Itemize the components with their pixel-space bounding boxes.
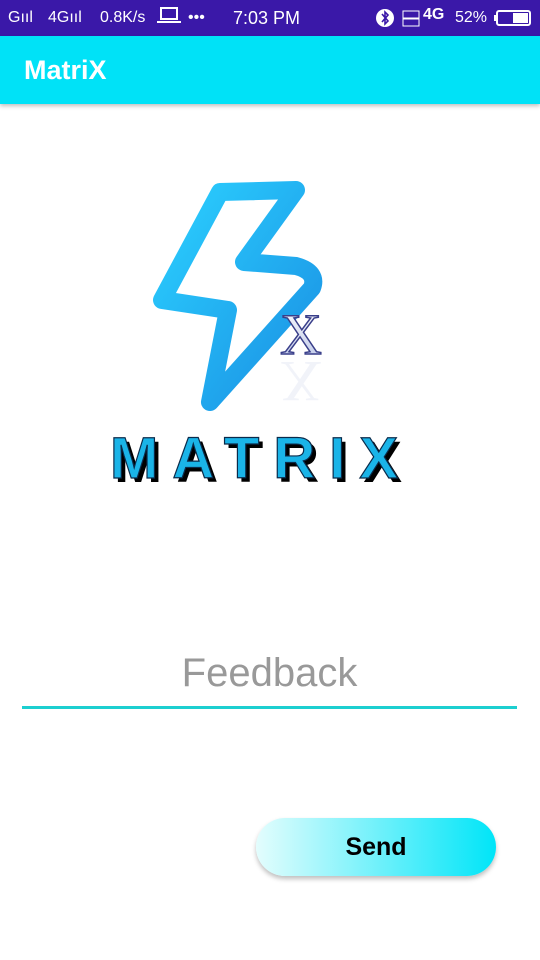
bluetooth-icon xyxy=(374,8,396,33)
network-type: 4G xyxy=(423,6,445,23)
clock: 7:03 PM xyxy=(233,8,301,28)
matrix-logo: X X MATRIX MATRIX xyxy=(109,181,412,495)
app-bar: MatriX xyxy=(0,36,540,104)
more-notifications-icon: ••• xyxy=(188,9,205,26)
status-bar: Gııl 4Gııl 0.8K/s ••• 7:03 PM 4G 52% xyxy=(0,0,540,36)
signal-strength-1: Gııl xyxy=(8,9,33,26)
battery-icon xyxy=(494,10,532,31)
feedback-input[interactable] xyxy=(22,640,517,709)
signal-strength-2: 4Gııl xyxy=(48,9,82,26)
network-speed: 0.8K/s xyxy=(100,9,146,26)
app-title: MatriX xyxy=(24,55,107,85)
volte-icon xyxy=(402,8,420,33)
send-button[interactable]: Send xyxy=(256,818,496,876)
laptop-icon xyxy=(157,7,181,30)
logo-wordmark: MATRIX xyxy=(110,426,412,491)
battery-percent: 52% xyxy=(455,9,488,26)
logo-badge-reflection: X xyxy=(280,349,322,414)
